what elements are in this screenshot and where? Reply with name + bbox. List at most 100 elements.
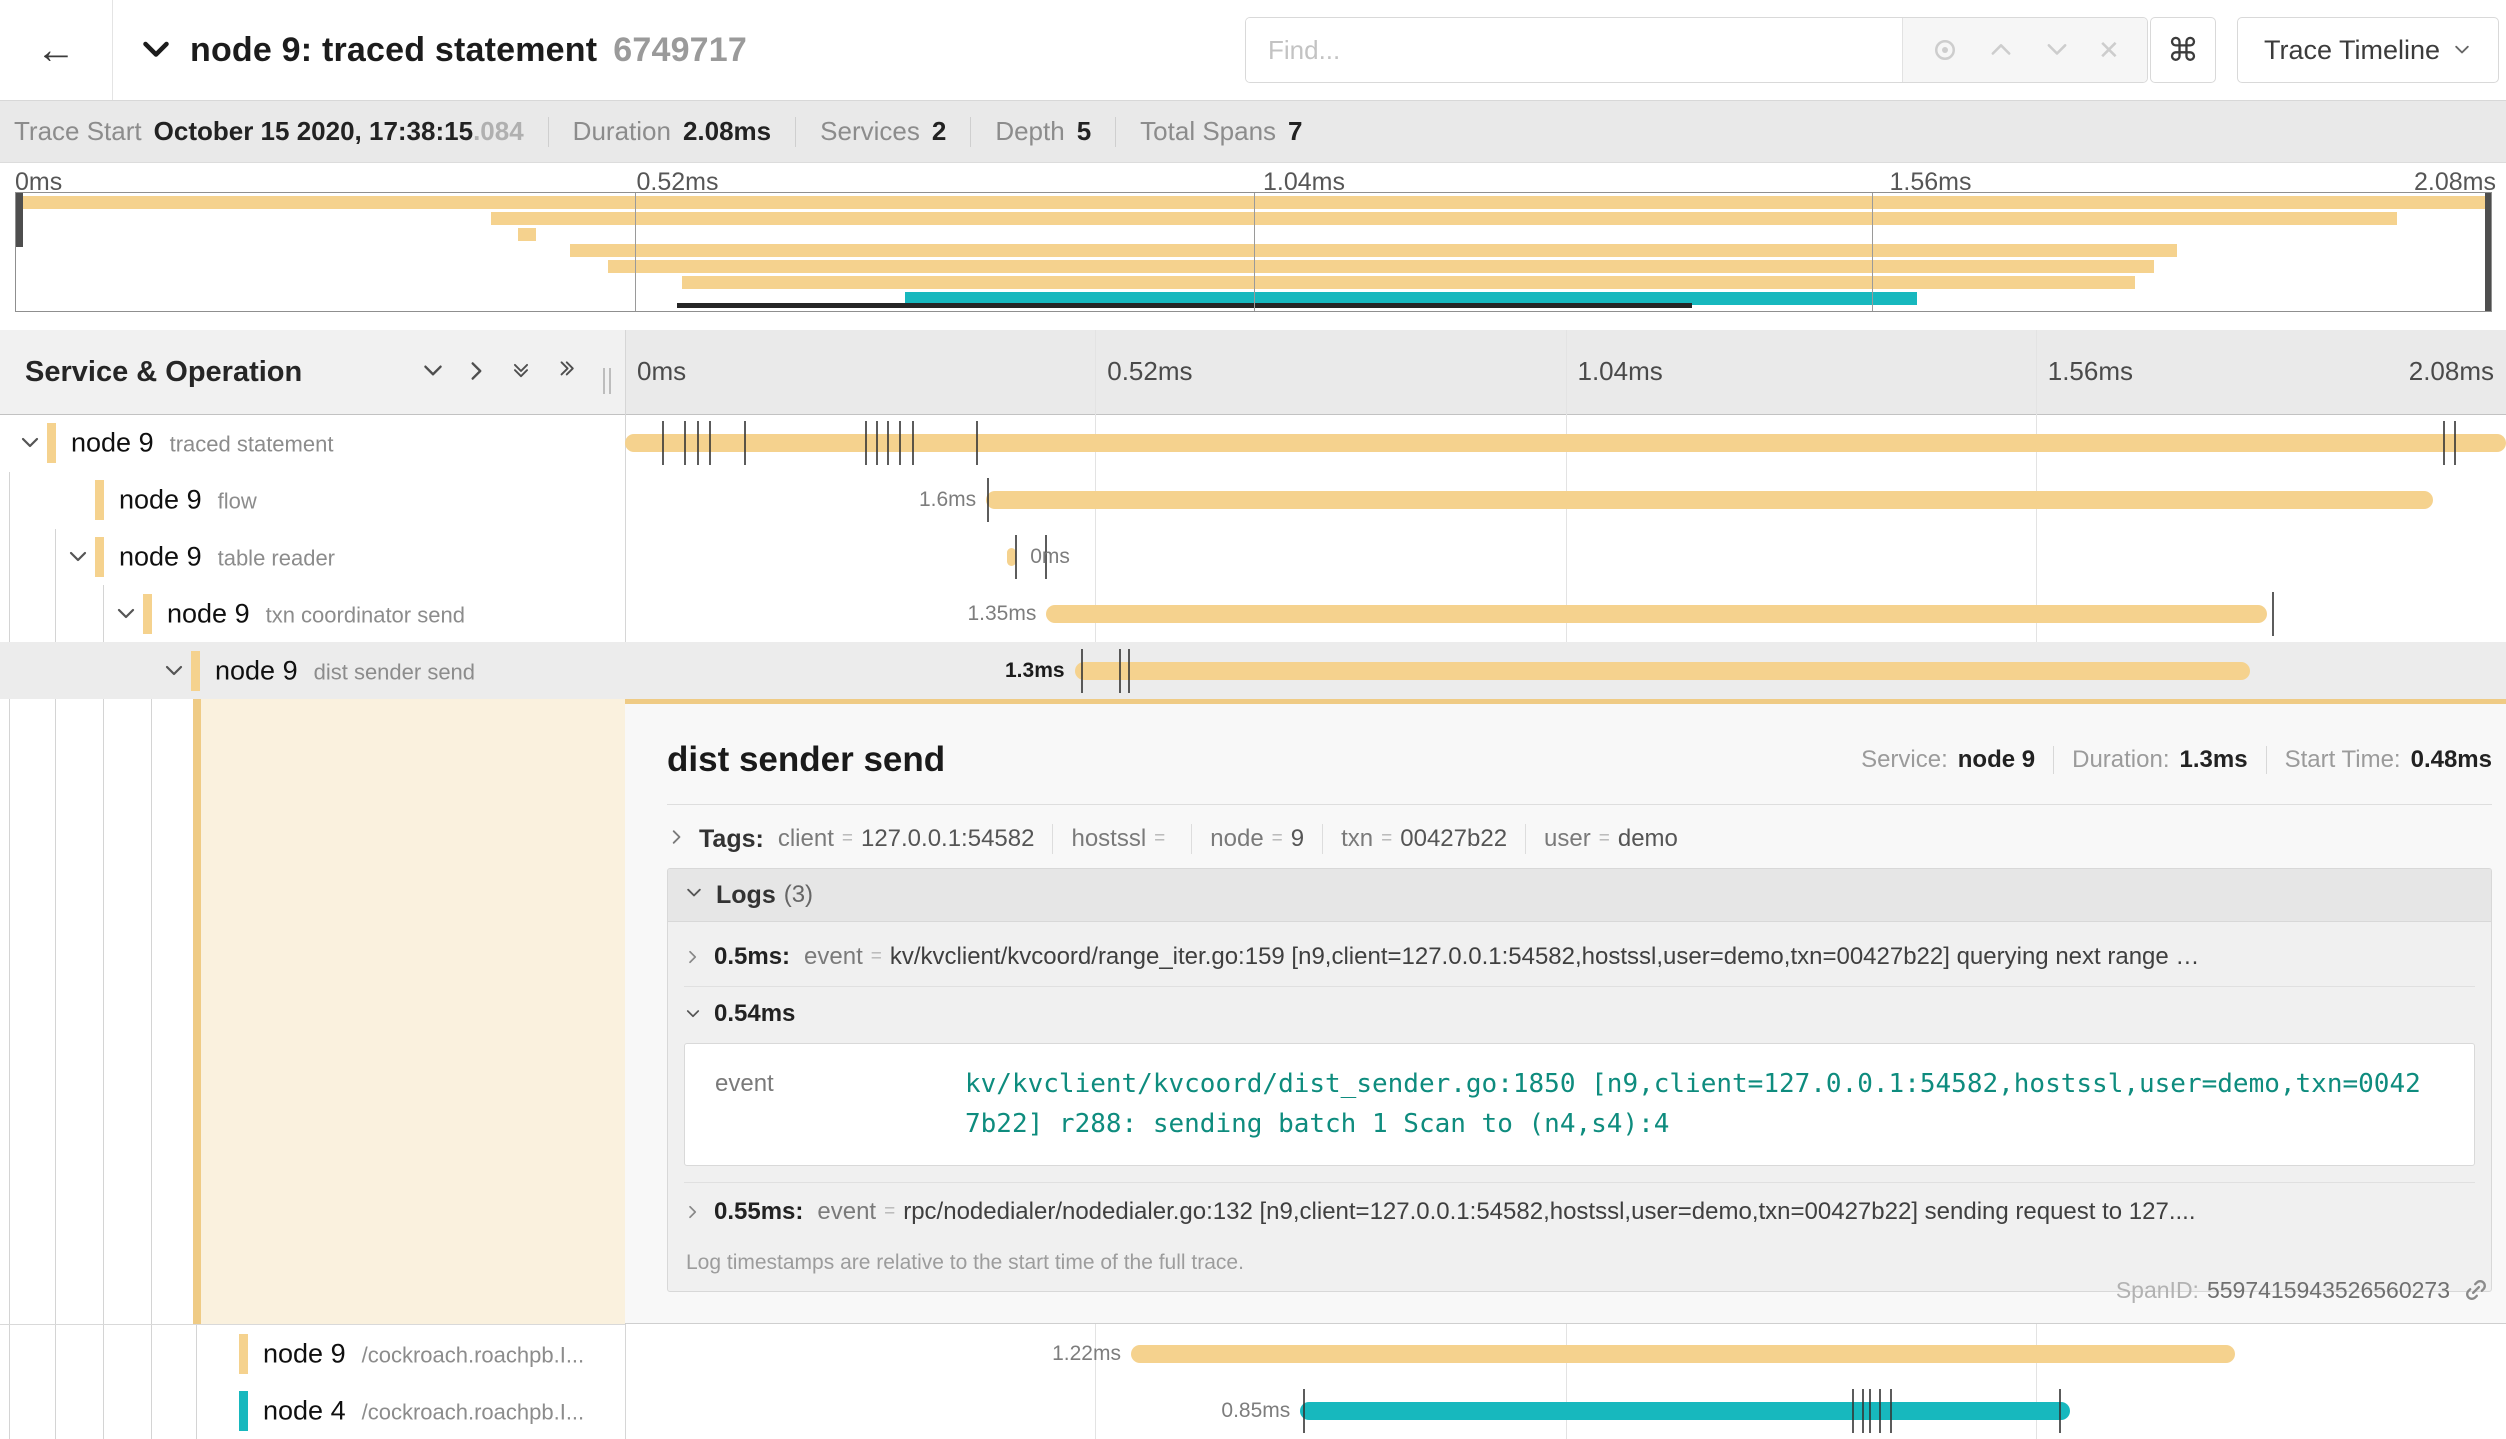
trace-view-label: Trace Timeline — [2264, 35, 2440, 66]
log-timestamp: 0.5ms: — [714, 943, 790, 971]
summary-value: 7 — [1288, 116, 1302, 147]
span-duration-bar[interactable] — [1131, 1345, 2235, 1363]
log-tick-mark — [2059, 1389, 2061, 1433]
tag-value: 9 — [1291, 825, 1304, 853]
span-row-tree-cell[interactable]: node 9txn coordinator send — [0, 585, 625, 642]
span-row-timeline-cell[interactable]: 0ms — [625, 529, 2506, 586]
column-resize-grip[interactable] — [603, 368, 611, 394]
link-icon[interactable] — [2462, 1276, 2490, 1304]
trace-view-selector[interactable]: Trace Timeline — [2237, 17, 2499, 83]
log-entry[interactable]: 0.55ms:event=rpc/nodedialer/nodedialer.g… — [684, 1182, 2475, 1241]
equals-sign: = — [1154, 828, 1165, 850]
minimap-right-scrubber[interactable] — [2485, 193, 2491, 311]
keyboard-shortcuts-button[interactable]: ⌘ — [2150, 17, 2216, 83]
span-row-tree-cell[interactable]: node 9traced statement — [0, 415, 625, 472]
span-row-tree-cell[interactable]: node 9flow — [0, 472, 625, 529]
tag-value: 00427b22 — [1400, 825, 1507, 853]
chevron-down-icon[interactable] — [162, 659, 186, 683]
collapse-all-icon[interactable] — [508, 358, 534, 384]
logs-header[interactable]: Logs (3) — [668, 869, 2491, 922]
collapse-one-icon[interactable] — [420, 358, 446, 384]
chevron-right-icon — [684, 1203, 702, 1221]
chevron-down-icon[interactable] — [18, 431, 42, 455]
span-row-timeline-cell[interactable]: 1.35ms — [625, 585, 2506, 642]
span-operation-name: traced statement — [170, 432, 334, 457]
span-duration-bar[interactable] — [1046, 605, 2267, 623]
close-icon[interactable]: ✕ — [2098, 35, 2120, 66]
span-row-tree-cell[interactable]: node 9/cockroach.roachpb.I... — [0, 1325, 625, 1382]
chevron-right-icon — [667, 827, 687, 852]
expand-all-icon[interactable] — [552, 358, 578, 384]
tag-separator — [1191, 824, 1192, 854]
span-operation-name: /cockroach.roachpb.I... — [362, 1399, 585, 1424]
equals-sign: = — [842, 828, 853, 850]
log-entry-expanded-header[interactable]: 0.54ms — [684, 986, 2475, 1041]
expand-one-icon[interactable] — [464, 358, 490, 384]
log-tick-mark — [2454, 421, 2456, 465]
minimap-canvas[interactable] — [15, 192, 2492, 312]
summary-item: Services2 — [820, 116, 946, 147]
log-field-value: rpc/nodedialer/nodedialer.go:132 [n9,cli… — [903, 1198, 2195, 1226]
log-timestamp: 0.54ms — [714, 1000, 795, 1028]
tag-key: client — [778, 825, 834, 853]
locate-icon[interactable] — [1930, 35, 1960, 65]
span-duration-bar[interactable] — [1300, 1402, 2069, 1420]
chevron-up-icon[interactable] — [1987, 36, 2015, 64]
span-service-name[interactable]: node 9/cockroach.roachpb.I... — [263, 1338, 584, 1369]
minimap-divider — [1872, 193, 1873, 311]
find-input[interactable] — [1246, 18, 1902, 82]
chevron-down-icon — [684, 1005, 702, 1023]
span-row-timeline-cell[interactable] — [625, 415, 2506, 472]
span-row: node 9dist sender send 1.3ms — [0, 642, 2506, 699]
trace-timeline-page: ← node 9: traced statement 6749717 ✕ ⌘ T… — [0, 0, 2506, 1439]
collapse-header-chevron-icon[interactable] — [138, 30, 178, 70]
log-entry[interactable]: 0.5ms:event=kv/kvclient/kvcoord/range_it… — [684, 928, 2475, 986]
span-row-tree-cell[interactable]: node 4/cockroach.roachpb.I... — [0, 1382, 625, 1439]
span-service-name[interactable]: node 4/cockroach.roachpb.I... — [263, 1395, 584, 1426]
tag-item: txn=00427b22 — [1341, 825, 1507, 853]
span-service-name[interactable]: node 9table reader — [119, 541, 335, 572]
minimap-span-bar — [608, 260, 2155, 273]
span-row-timeline-cell[interactable]: 1.3ms — [625, 642, 2506, 699]
span-duration-bar[interactable] — [986, 491, 2432, 509]
span-row-timeline-cell[interactable]: 1.22ms — [625, 1325, 2506, 1382]
chevron-down-icon[interactable] — [114, 602, 138, 626]
minimap-divider — [635, 193, 636, 311]
span-row-tree-cell[interactable]: node 9table reader — [0, 529, 625, 586]
tag-separator — [1052, 824, 1053, 854]
chevron-down-icon[interactable] — [2043, 36, 2071, 64]
span-row-timeline-cell[interactable]: 1.6ms — [625, 472, 2506, 529]
span-service-name[interactable]: node 9traced statement — [71, 428, 333, 459]
timeline-column-header: Service & Operation 0ms0.52ms1.04ms1.56m… — [0, 330, 2506, 415]
chevron-down-icon[interactable] — [66, 545, 90, 569]
tag-key: txn — [1341, 825, 1373, 853]
summary-item: Total Spans7 — [1140, 116, 1302, 147]
span-duration-bar[interactable] — [1075, 662, 2251, 680]
service-operation-title: Service & Operation — [25, 356, 302, 389]
tag-separator — [1322, 824, 1323, 854]
tags-section[interactable]: Tags: client=127.0.0.1:54582hostssl=node… — [667, 816, 1678, 862]
span-row-tree-cell[interactable]: node 9dist sender send — [0, 642, 625, 699]
minimap-left-scrubber[interactable] — [16, 193, 23, 247]
spanid-row: SpanID: 5597415943526560273 — [2116, 1276, 2490, 1304]
trace-minimap: 0ms0.52ms1.04ms1.56ms2.08ms — [0, 163, 2506, 330]
span-service-name[interactable]: node 9txn coordinator send — [167, 598, 465, 629]
span-operation-name: dist sender send — [314, 659, 475, 684]
summary-value: 5 — [1077, 116, 1091, 147]
span-service-name[interactable]: node 9dist sender send — [215, 655, 475, 686]
tag-item: node=9 — [1210, 825, 1304, 853]
span-row-timeline-cell[interactable]: 0.85ms — [625, 1382, 2506, 1439]
span-operation-name: txn coordinator send — [266, 602, 465, 627]
span-row: node 9traced statement — [0, 415, 2506, 472]
log-field-table: eventkv/kvclient/kvcoord/dist_sender.go:… — [684, 1043, 2475, 1166]
summary-label: Depth — [995, 116, 1064, 147]
summary-value: 2.08ms — [683, 116, 771, 147]
back-button[interactable]: ← — [0, 0, 113, 100]
span-detail-header: dist sender send Service:node 9Duration:… — [667, 732, 2492, 788]
log-tick-mark — [987, 478, 989, 522]
log-field-value: kv/kvclient/kvcoord/dist_sender.go:1850 … — [965, 1064, 2425, 1145]
span-duration-bar[interactable] — [625, 434, 2506, 452]
span-service-name[interactable]: node 9flow — [119, 485, 257, 516]
log-tick-mark — [876, 421, 878, 465]
log-field-key: event — [715, 1064, 965, 1145]
